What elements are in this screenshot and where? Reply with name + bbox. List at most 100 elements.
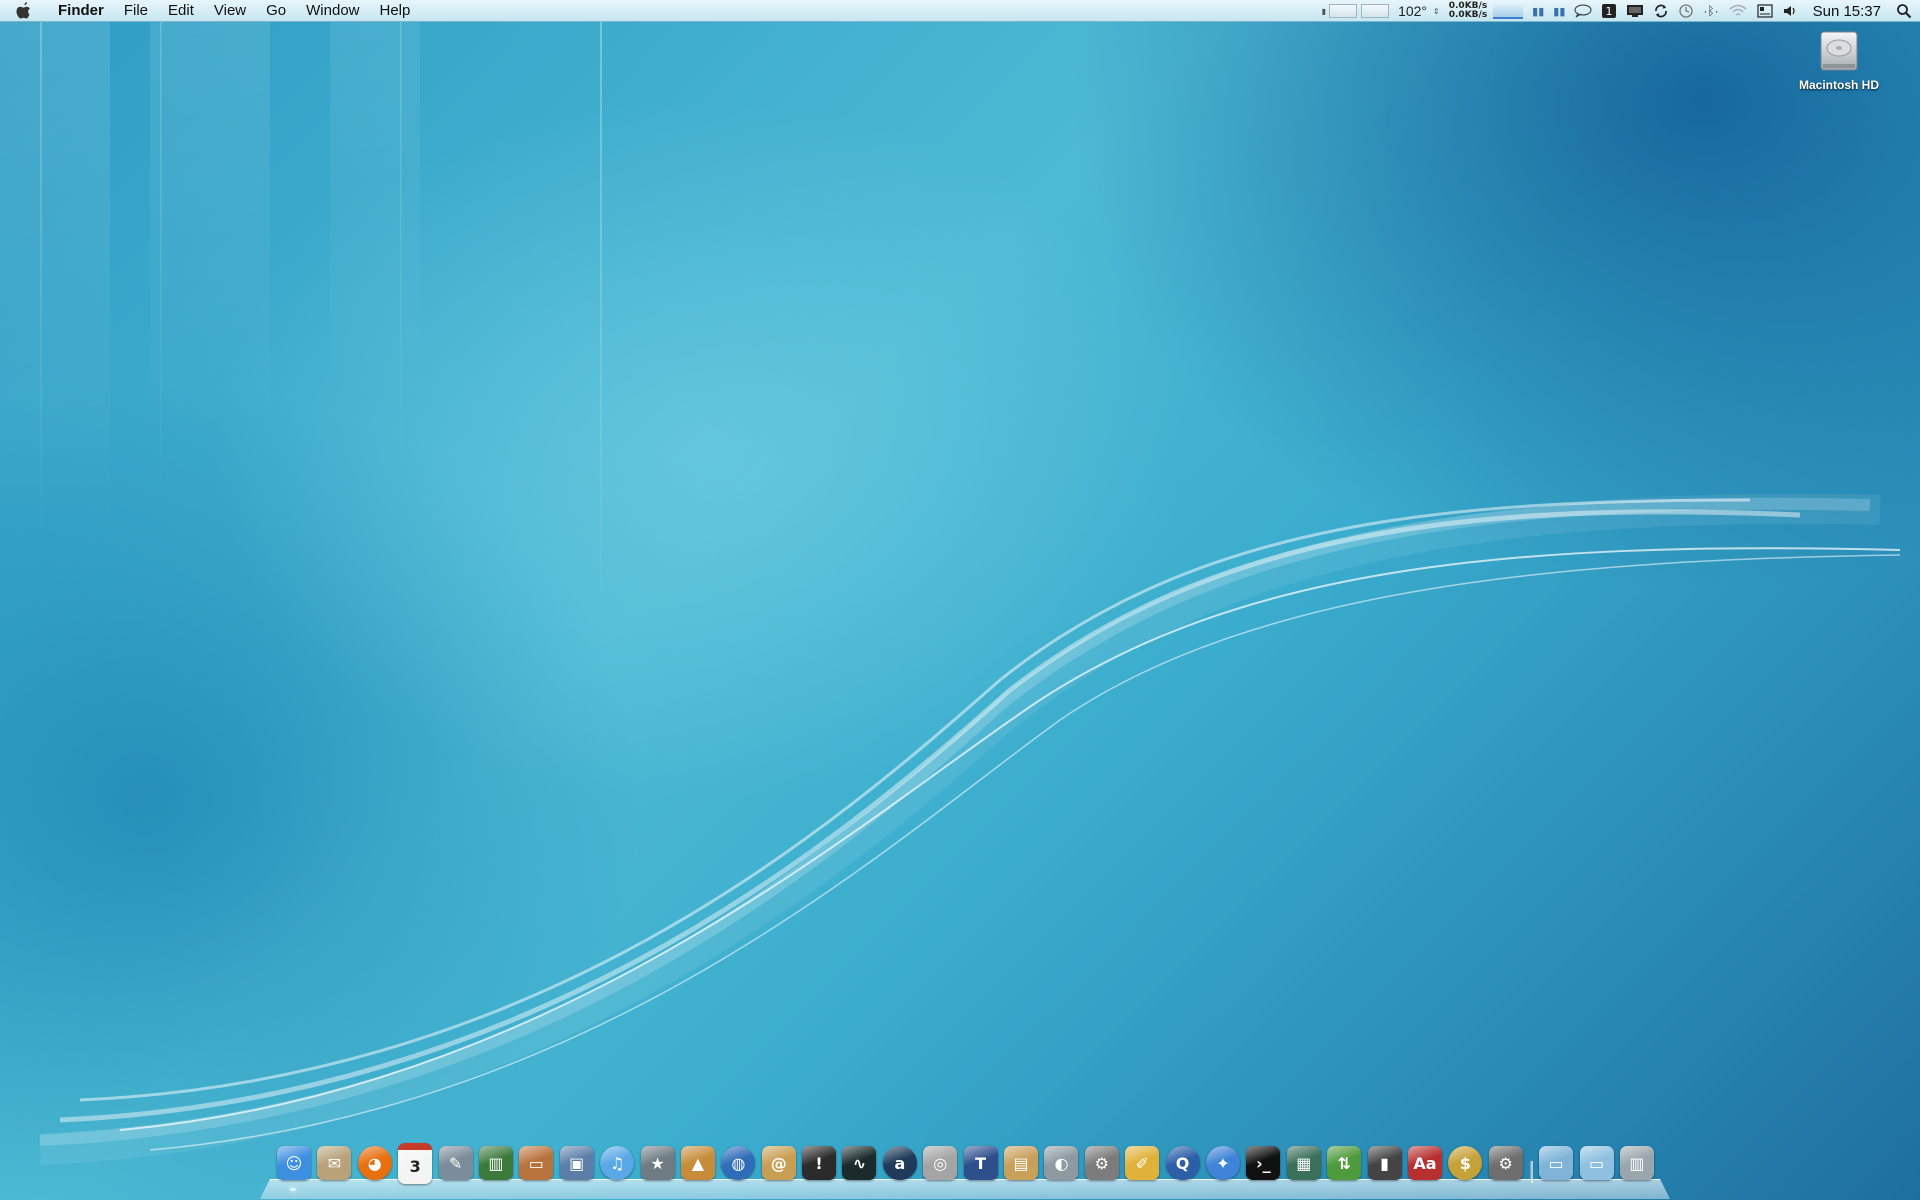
dock-item-dictionary[interactable]: Aa xyxy=(1405,1143,1445,1183)
dock-items: ☺ ✉ ◕ 3 ✎ ▥ ▭ ▣ ♫ ★ ▲ ◍ @! ∿ a ◎ T ▤ ◐ ⚙ ✐ Q ✦ ›_ ▦ ⇅ ▮ Aa $ ⚙ ▭ ▭ ▥ xyxy=(274,1142,1657,1185)
dock-item-spaces[interactable]: ▦ xyxy=(1284,1143,1324,1183)
final-cut-icon: T xyxy=(963,1146,998,1180)
net-download: 0.0KB/s xyxy=(1448,10,1488,20)
menu-view[interactable]: View xyxy=(204,0,256,22)
address-book-icon: @ xyxy=(761,1146,796,1180)
dock-item-flash-drive[interactable]: ▮ xyxy=(1365,1143,1405,1183)
disk-activity-icon[interactable]: ▮▮ xyxy=(1532,0,1544,22)
trash-icon: ▥ xyxy=(1619,1146,1654,1180)
apple-icon[interactable] xyxy=(16,1,36,21)
sync-icon[interactable] xyxy=(1653,0,1669,22)
dock-item-system-preferences[interactable]: ⚙ xyxy=(1486,1143,1526,1183)
menu-edit[interactable]: Edit xyxy=(158,0,204,22)
dock-item-firefox[interactable]: ◕ xyxy=(355,1143,395,1183)
pages-icon: ✐ xyxy=(1125,1146,1160,1180)
photo-album-icon: ▤ xyxy=(1004,1146,1039,1180)
numbers-icon: ▥ xyxy=(478,1146,513,1180)
documents-folder-icon: ▭ xyxy=(1579,1146,1614,1180)
iphoto-icon: ▲ xyxy=(680,1146,715,1180)
finder-icon: ☺ xyxy=(277,1146,311,1180)
dock-item-pages[interactable]: ✐ xyxy=(1122,1143,1162,1183)
firefox-icon: ◕ xyxy=(357,1146,392,1180)
dock-item-google-earth[interactable]: ◍ xyxy=(718,1143,758,1183)
wave-swoosh xyxy=(39,493,1901,1165)
dock-item-automator[interactable]: ⚙ xyxy=(1082,1143,1122,1183)
spotlight-search-icon[interactable] xyxy=(1896,0,1912,22)
dock-item-mail-stamp[interactable]: ✉ xyxy=(314,1143,354,1183)
stepper-icon: ⇕ xyxy=(1433,6,1440,16)
menu-window[interactable]: Window xyxy=(296,0,369,22)
display-icon[interactable] xyxy=(1626,0,1644,22)
hard-drive-icon xyxy=(1820,31,1858,71)
network-meter[interactable]: 0.0KB/s 0.0KB/s xyxy=(1448,0,1524,22)
spaces-icon: ▦ xyxy=(1286,1146,1321,1180)
desktop-icon-macintosh-hd[interactable]: Macintosh HD xyxy=(1784,26,1894,106)
dock-item-ical[interactable]: 3 xyxy=(395,1142,435,1184)
dock-item-disk-utility[interactable]: ◐ xyxy=(1041,1143,1081,1183)
dock-item-safari[interactable]: ✦ xyxy=(1203,1143,1243,1183)
dock-item-applications-stack[interactable]: ▭ xyxy=(1536,1143,1576,1183)
net-graph xyxy=(1493,3,1524,19)
dock-item-console[interactable]: ! xyxy=(799,1143,839,1183)
dock-item-ftp-client[interactable]: ⇅ xyxy=(1324,1143,1364,1183)
safari-icon: ✦ xyxy=(1205,1146,1240,1180)
dock-item-iphoto[interactable]: ▲ xyxy=(678,1143,718,1183)
google-earth-icon: ◍ xyxy=(721,1146,756,1180)
bluetooth-icon[interactable]: ·ᛒ· xyxy=(1703,0,1718,22)
menu-bar: Finder File Edit View Go Window Help ▮ 1… xyxy=(0,0,1920,22)
desktop: Finder File Edit View Go Window Help ▮ 1… xyxy=(0,0,1920,1200)
dock-separator[interactable] xyxy=(1526,1143,1536,1183)
automator-icon: ⚙ xyxy=(1084,1146,1119,1180)
dock-item-aperture-a[interactable]: a xyxy=(880,1143,920,1183)
svg-text:1: 1 xyxy=(1606,5,1613,18)
wifi-icon[interactable] xyxy=(1728,0,1748,22)
menu-clock[interactable]: Sun 15:37 xyxy=(1813,0,1881,22)
time-machine-icon[interactable] xyxy=(1678,0,1694,22)
menu-file[interactable]: File xyxy=(114,0,158,22)
terminal-icon: ›_ xyxy=(1246,1146,1281,1180)
imovie-star-icon: ★ xyxy=(640,1146,675,1180)
dock-item-final-cut[interactable]: T xyxy=(961,1143,1001,1183)
dock-item-terminal[interactable]: ›_ xyxy=(1243,1143,1283,1183)
menu-help[interactable]: Help xyxy=(370,0,421,22)
menu-app-finder[interactable]: Finder xyxy=(50,0,114,22)
mail-stamp-icon: ✉ xyxy=(317,1146,352,1180)
temperature-meter[interactable]: 102° ⇕ xyxy=(1398,0,1440,22)
aperture-a-icon: a xyxy=(882,1146,917,1180)
activity-monitor-icon: ∿ xyxy=(842,1146,877,1180)
app-badge-icon[interactable]: 1 xyxy=(1601,0,1617,22)
currency-icon: $ xyxy=(1448,1146,1483,1180)
disk-utility-icon: ◐ xyxy=(1044,1146,1079,1180)
cpu-meter[interactable]: ▮ xyxy=(1322,0,1390,22)
dock-item-script-editor[interactable]: ✎ xyxy=(436,1143,476,1183)
dock-item-currency[interactable]: $ xyxy=(1445,1143,1485,1183)
script-editor-icon: ✎ xyxy=(438,1146,473,1180)
dock-item-finder[interactable]: ☺ xyxy=(274,1143,314,1183)
image-capture-icon: ▣ xyxy=(559,1146,594,1180)
dock-item-address-book[interactable]: @ xyxy=(759,1143,799,1183)
menu-go[interactable]: Go xyxy=(256,0,296,22)
dock-item-image-capture[interactable]: ▣ xyxy=(557,1143,597,1183)
dock-item-numbers[interactable]: ▥ xyxy=(476,1143,516,1183)
volume-icon[interactable] xyxy=(1782,0,1798,22)
disk-activity-icon-2[interactable]: ▮▮ xyxy=(1553,0,1565,22)
dock-item-photo-album[interactable]: ▤ xyxy=(1001,1143,1041,1183)
dock-item-keynote[interactable]: ▭ xyxy=(516,1143,556,1183)
dock-item-itunes[interactable]: ♫ xyxy=(597,1143,637,1183)
running-indicator xyxy=(290,1188,296,1191)
dock-item-photo-booth[interactable]: ◎ xyxy=(920,1143,960,1183)
ftp-client-icon: ⇅ xyxy=(1327,1146,1362,1180)
quicktime-icon: Q xyxy=(1165,1146,1200,1180)
keynote-icon: ▭ xyxy=(519,1146,554,1180)
input-menu-icon[interactable] xyxy=(1756,0,1773,22)
system-preferences-icon: ⚙ xyxy=(1488,1146,1523,1180)
applications-stack-icon: ▭ xyxy=(1539,1146,1574,1180)
dock-item-trash[interactable]: ▥ xyxy=(1617,1143,1657,1183)
speech-bubble-icon[interactable] xyxy=(1574,0,1592,22)
itunes-icon: ♫ xyxy=(600,1146,635,1180)
dock-item-documents-folder[interactable]: ▭ xyxy=(1577,1143,1617,1183)
dock-item-imovie-star[interactable]: ★ xyxy=(638,1143,678,1183)
dock-item-quicktime[interactable]: Q xyxy=(1163,1143,1203,1183)
temperature-value: 102° xyxy=(1398,3,1428,19)
dock-item-activity-monitor[interactable]: ∿ xyxy=(839,1143,879,1183)
